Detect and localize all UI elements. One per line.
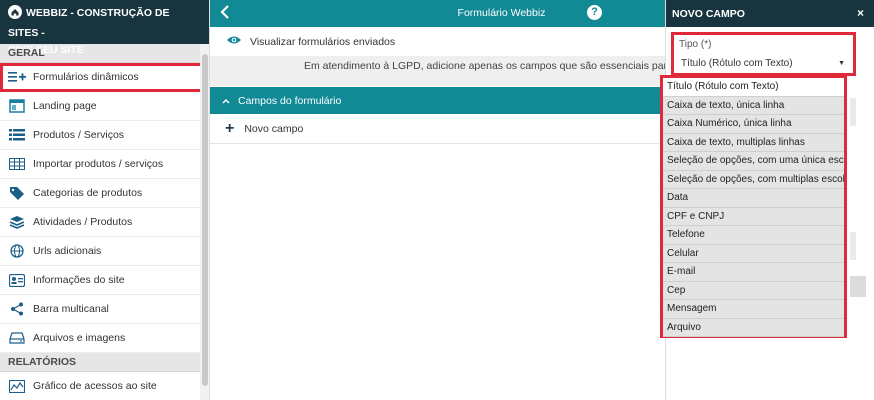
sidebar-item-atividades[interactable]: Atividades / Produtos	[0, 208, 209, 237]
hidden-field-edge	[850, 98, 856, 126]
main-content: Formulário Webbiz ? Visualizar formulári…	[210, 0, 665, 400]
sidebar-item-barra-multicanal[interactable]: Barra multicanal	[0, 295, 209, 324]
landing-icon	[8, 99, 26, 113]
form-list-icon	[8, 70, 26, 84]
dropdown-option[interactable]: Arquivo	[663, 318, 844, 337]
tags-icon	[8, 186, 26, 200]
sidebar-item-label: Barra multicanal	[33, 303, 109, 315]
dropdown-option[interactable]: E-mail	[663, 263, 844, 282]
dropdown-option[interactable]: Seleção de opções, com multiplas escolha…	[663, 170, 844, 189]
dropdown-option[interactable]: Mensagem	[663, 300, 844, 319]
sidebar-item-categorias[interactable]: Categorias de produtos	[0, 179, 209, 208]
sidebar-item-landing-page[interactable]: Landing page	[0, 92, 209, 121]
brand-header[interactable]: WEBBIZ - CONSTRUÇÃO DE SITES - CRIE SEU …	[0, 0, 209, 56]
share-icon	[8, 302, 26, 316]
caret-up-icon	[222, 96, 230, 106]
sidebar-item-label: Produtos / Serviços	[33, 129, 125, 141]
dropdown-option[interactable]: Celular	[663, 244, 844, 263]
globe-icon	[8, 244, 26, 258]
sidebar-item-produtos[interactable]: Produtos / Serviços	[0, 121, 209, 150]
sidebar-item-label: Formulários dinâmicos	[33, 71, 139, 83]
tipo-field: Tipo (*) Título (Rótulo com Texto) ▼	[671, 32, 856, 76]
fields-section-header[interactable]: Campos do formulário	[210, 87, 665, 114]
table-icon	[8, 157, 26, 171]
sidebar-item-label: Landing page	[33, 100, 97, 112]
layers-icon	[8, 215, 26, 229]
dropdown-option[interactable]: Caixa de texto, multiplas linhas	[663, 133, 844, 152]
fields-header-label: Campos do formulário	[238, 94, 342, 107]
dropdown-option[interactable]: Seleção de opções, com uma única escolha	[663, 152, 844, 171]
sidebar: WEBBIZ - CONSTRUÇÃO DE SITES - CRIE SEU …	[0, 0, 210, 400]
view-submitted-forms-link[interactable]: Visualizar formulários enviados	[210, 27, 665, 56]
sidebar-item-label: Categorias de produtos	[33, 187, 143, 199]
tipo-selected-value: Título (Rótulo com Texto)	[681, 57, 793, 69]
sidebar-item-label: Urls adicionais	[33, 245, 102, 257]
section-geral: GERAL	[0, 44, 209, 63]
sidebar-item-label: Gráfico de acessos ao site	[33, 380, 157, 392]
tipo-label: Tipo (*)	[679, 39, 712, 50]
plus-icon: +	[225, 119, 235, 137]
scrollbar-thumb[interactable]	[202, 54, 208, 386]
help-icon[interactable]: ?	[587, 5, 602, 20]
tipo-dropdown-list: Título (Rótulo com Texto) Caixa de texto…	[660, 75, 847, 338]
eye-icon	[226, 35, 242, 48]
dropdown-arrow-icon: ▼	[838, 59, 845, 67]
dropdown-option[interactable]: Cep	[663, 281, 844, 300]
hidden-field-edge	[850, 232, 856, 260]
new-field-label: Novo campo	[244, 122, 304, 135]
close-icon[interactable]: ×	[857, 6, 864, 20]
brand-title-line1: WEBBIZ - CONSTRUÇÃO DE SITES -	[8, 7, 170, 39]
home-icon[interactable]	[8, 5, 22, 25]
dropdown-option[interactable]: Título (Rótulo com Texto)	[663, 78, 844, 97]
dropdown-option[interactable]: Data	[663, 189, 844, 208]
hidden-button-edge[interactable]	[850, 276, 866, 297]
chart-icon	[8, 379, 26, 393]
top-bar: Formulário Webbiz ?	[210, 0, 665, 27]
sidebar-item-urls[interactable]: Urls adicionais	[0, 237, 209, 266]
sidebar-item-formularios[interactable]: Formulários dinâmicos	[0, 63, 209, 92]
view-forms-label: Visualizar formulários enviados	[250, 35, 396, 48]
lgpd-notice: Em atendimento à LGPD, adicione apenas o…	[210, 56, 665, 86]
sidebar-item-grafico-acessos[interactable]: Gráfico de acessos ao site	[0, 372, 209, 400]
sidebar-item-label: Importar produtos / serviços	[33, 158, 164, 170]
tipo-select[interactable]: Título (Rótulo com Texto) ▼	[679, 54, 848, 72]
list-icon	[8, 128, 26, 142]
dropdown-option[interactable]: Caixa de texto, única linha	[663, 96, 844, 115]
sidebar-item-arquivos[interactable]: Arquivos e imagens	[0, 324, 209, 353]
drive-icon	[8, 331, 26, 345]
sidebar-item-informacoes[interactable]: Informações do site	[0, 266, 209, 295]
dropdown-option[interactable]: Caixa Numérico, única linha	[663, 115, 844, 134]
dropdown-option[interactable]: Telefone	[663, 226, 844, 245]
sidebar-item-importar[interactable]: Importar produtos / serviços	[0, 150, 209, 179]
sidebar-item-label: Arquivos e imagens	[33, 332, 126, 344]
sidebar-item-label: Atividades / Produtos	[33, 216, 133, 228]
sidebar-item-label: Informações do site	[33, 274, 125, 286]
panel-title: NOVO CAMPO	[672, 7, 745, 20]
dropdown-option[interactable]: CPF e CNPJ	[663, 207, 844, 226]
sidebar-scrollbar[interactable]	[200, 44, 209, 400]
section-relatorios: RELATÓRIOS	[0, 353, 209, 372]
new-field-button[interactable]: + Novo campo	[210, 114, 665, 144]
id-card-icon	[8, 273, 26, 287]
panel-header: NOVO CAMPO ×	[666, 0, 874, 27]
